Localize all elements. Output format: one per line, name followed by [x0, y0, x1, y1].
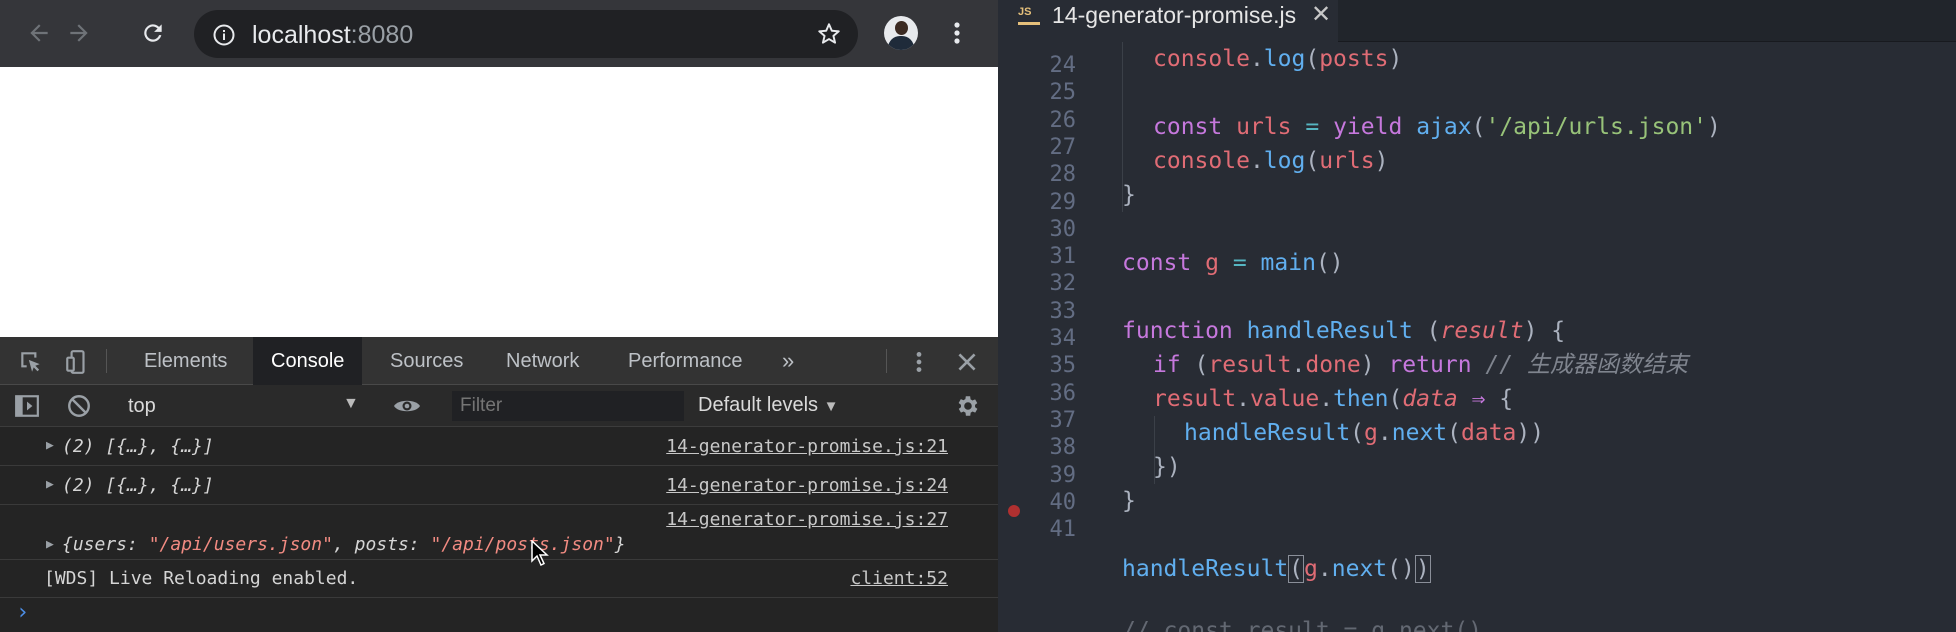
file-tab[interactable]: JS 14-generator-promise.js ✕ [998, 0, 1338, 42]
line-number-gutter: 24 25 26 27 28 29 30 31 32 33 34 35 36 37 38 39 40 41 [998, 42, 1098, 632]
close-devtools-icon[interactable] [954, 349, 980, 375]
url-host: localhost [252, 21, 351, 49]
expand-triangle-icon[interactable]: ▶ [46, 477, 54, 492]
tab-network[interactable]: Network [488, 337, 597, 385]
more-tabs-button[interactable]: » [764, 337, 812, 385]
inspect-element-icon[interactable] [18, 349, 44, 375]
browser-window: localhost:8080 Elements Console Sources … [0, 0, 998, 632]
console-message[interactable]: ▶ (2) [{…}, {…}] 14-generator-promise.js… [0, 428, 998, 466]
code-line[interactable]: handleResult(g.next()) [1122, 552, 1431, 586]
info-icon[interactable] [212, 23, 236, 47]
source-link[interactable]: 14-generator-promise.js:21 [666, 436, 948, 457]
address-bar[interactable]: localhost:8080 [194, 10, 858, 58]
editor-tabstrip: JS 14-generator-promise.js ✕ [998, 0, 1956, 42]
console-prompt[interactable]: › [16, 600, 29, 625]
console-output: ▶ (2) [{…}, {…}] 14-generator-promise.js… [0, 428, 998, 632]
file-tab-label: 14-generator-promise.js [1052, 2, 1297, 28]
avatar[interactable] [884, 16, 918, 50]
url-port: :8080 [350, 21, 414, 49]
log-levels-label: Default levels [698, 394, 819, 416]
code-line[interactable]: console.log(posts) [1153, 42, 1402, 76]
source-link[interactable]: client:52 [850, 568, 948, 589]
filter-input[interactable] [452, 391, 684, 421]
devtools-menu-icon[interactable] [906, 349, 932, 375]
mouse-cursor-icon [531, 540, 549, 566]
console-message[interactable]: ▶ (2) [{…}, {…}] 14-generator-promise.js… [0, 466, 998, 505]
code-editor: JS 14-generator-promise.js ✕ 24 25 26 27 28 2… [998, 0, 1956, 632]
star-icon[interactable] [816, 21, 842, 47]
chevron-down-icon: ▼ [823, 398, 839, 415]
code-line[interactable]: } [1122, 484, 1136, 518]
devtools-panel: Elements Console Sources Network Perform… [0, 337, 998, 632]
console-message: [WDS] Live Reloading enabled. client:52 [0, 560, 998, 598]
code-line[interactable]: if (result.done) return // 生成器函数结束 [1153, 348, 1688, 382]
close-icon[interactable]: ✕ [1311, 0, 1331, 29]
tab-sources[interactable]: Sources [372, 337, 481, 385]
code-line[interactable]: // const result = g.next() [1122, 614, 1482, 632]
code-line[interactable]: const urls = yield ajax('/api/urls.json'… [1153, 110, 1721, 144]
context-selector[interactable]: top [128, 395, 156, 418]
log-levels-dropdown[interactable]: Default levels ▼ [698, 394, 838, 417]
console-message[interactable]: 14-generator-promise.js:27 ▶ {users: "/a… [0, 505, 998, 560]
sidebar-toggle-icon[interactable] [14, 393, 40, 419]
gear-icon[interactable] [954, 393, 980, 419]
console-value: (2) [{…}, {…}] [62, 436, 214, 457]
device-toolbar-icon[interactable] [64, 349, 90, 375]
code-line[interactable]: handleResult(g.next(data)) [1184, 416, 1544, 450]
line-number[interactable]: 41 [998, 513, 1077, 547]
code-line[interactable]: function handleResult (result) { [1122, 314, 1565, 348]
forward-arrow-icon[interactable] [62, 16, 96, 50]
devtools-tabbar: Elements Console Sources Network Perform… [0, 337, 998, 385]
reload-icon[interactable] [136, 16, 170, 50]
more-vert-icon[interactable] [945, 16, 969, 50]
chevron-down-icon[interactable]: ▼ [343, 395, 359, 413]
tab-performance[interactable]: Performance [610, 337, 761, 385]
source-link[interactable]: 14-generator-promise.js:24 [666, 475, 948, 496]
url-text[interactable]: localhost:8080 [252, 21, 413, 50]
js-file-icon: JS [1018, 6, 1040, 25]
browser-toolbar: localhost:8080 [0, 0, 998, 67]
console-value: [WDS] Live Reloading enabled. [44, 568, 359, 589]
code-line[interactable]: } [1122, 178, 1136, 212]
code-line[interactable]: }) [1153, 450, 1181, 484]
page-viewport[interactable] [0, 67, 998, 337]
tab-console[interactable]: Console [253, 337, 363, 385]
code-line[interactable]: console.log(urls) [1153, 144, 1388, 178]
code-line[interactable]: result.value.then(data ⇒ { [1153, 382, 1513, 416]
console-toolbar: top ▼ Default levels ▼ [0, 385, 998, 427]
tab-elements[interactable]: Elements [126, 337, 245, 385]
code-line[interactable]: const g = main() [1122, 246, 1344, 280]
code-comment: // 生成器函数结束 [1485, 352, 1688, 378]
clear-console-icon[interactable] [66, 393, 92, 419]
expand-triangle-icon[interactable]: ▶ [46, 537, 54, 552]
console-value: (2) [{…}, {…}] [62, 475, 214, 496]
expand-triangle-icon[interactable]: ▶ [46, 438, 54, 453]
eye-icon[interactable] [392, 393, 422, 419]
back-arrow-icon[interactable] [22, 16, 56, 50]
source-link[interactable]: 14-generator-promise.js:27 [666, 509, 948, 530]
